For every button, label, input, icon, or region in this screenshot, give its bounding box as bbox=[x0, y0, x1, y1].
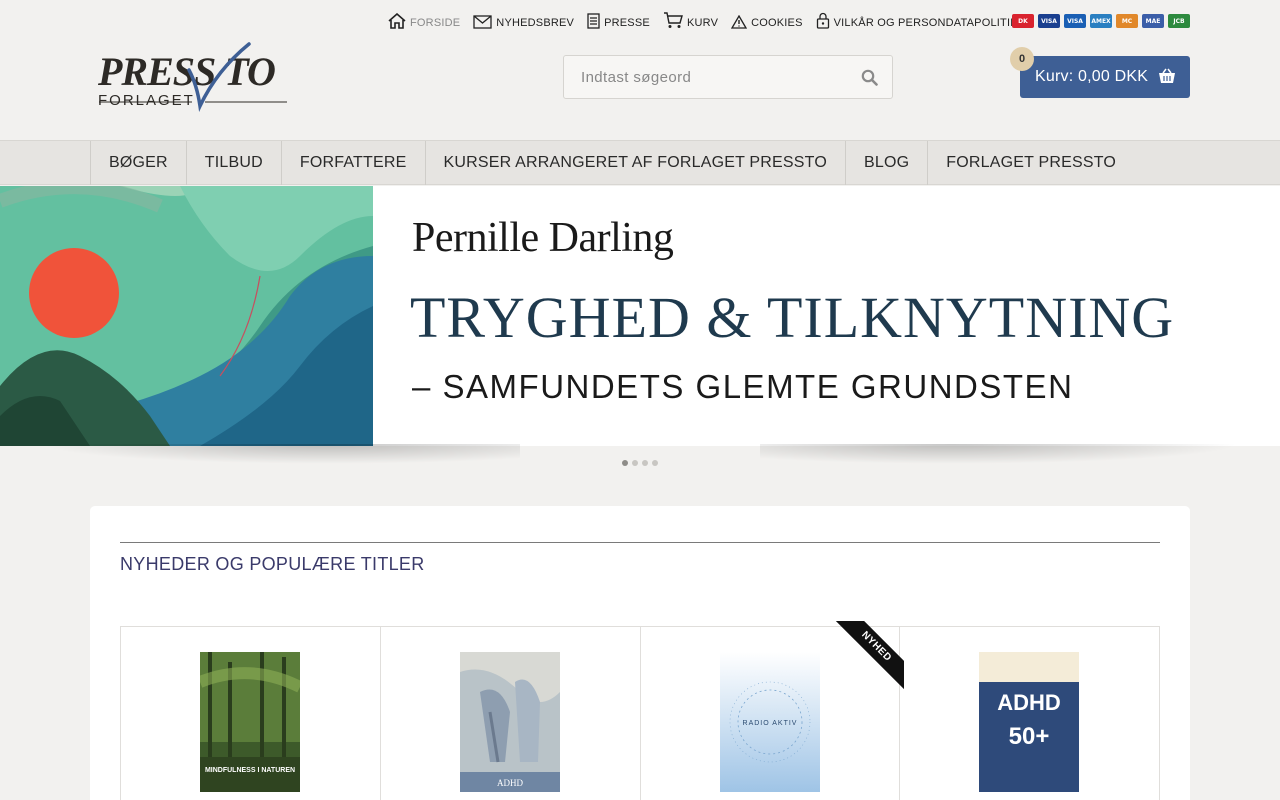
hero-banner[interactable]: Pernille Darling TRYGHED & TILKNYTNING –… bbox=[0, 186, 1280, 446]
search-box bbox=[563, 55, 893, 99]
product-grid: MINDFULNESS I NATUREN ADHD RADIO AKTIV N… bbox=[120, 621, 1160, 800]
header: FORSIDE NYHEDSBREV PRESSE KURV COOKIES V… bbox=[0, 0, 1280, 140]
cart-count-badge: 0 bbox=[1010, 47, 1034, 71]
toplink-nyhedsbrev[interactable]: NYHEDSBREV bbox=[473, 15, 574, 29]
toplink-label: FORSIDE bbox=[410, 17, 461, 29]
toplink-cookies[interactable]: COOKIES bbox=[731, 15, 803, 29]
product-card[interactable]: ADHD bbox=[381, 627, 641, 800]
main-navigation: BØGER TILBUD FORFATTERE KURSER ARRANGERE… bbox=[0, 140, 1280, 185]
svg-text:ADHD: ADHD bbox=[497, 778, 523, 788]
presstoforlaget-logo[interactable]: PRESS TO FORLAGET bbox=[97, 40, 292, 112]
nav-item-kurser[interactable]: KURSER ARRANGERET AF FORLAGET PRESSTO bbox=[424, 141, 846, 185]
toplink-label: KURV bbox=[686, 17, 719, 29]
banner-shadow-left bbox=[40, 444, 520, 464]
svg-text:RADIO AKTIV: RADIO AKTIV bbox=[742, 720, 797, 727]
banner-author: Pernille Darling bbox=[412, 215, 674, 261]
top-links: FORSIDE NYHEDSBREV PRESSE KURV COOKIES V… bbox=[388, 12, 1018, 29]
jcb-card-icon: JCB bbox=[1168, 14, 1190, 28]
toplink-forside[interactable]: FORSIDE bbox=[388, 13, 460, 29]
svg-text:50+: 50+ bbox=[1009, 723, 1050, 750]
svg-text:ADHD: ADHD bbox=[997, 690, 1061, 715]
toplink-label: PRESSE bbox=[604, 17, 650, 29]
slider-dot[interactable] bbox=[652, 460, 658, 466]
nav-item-boger[interactable]: BØGER bbox=[90, 141, 186, 185]
product-card[interactable]: ADHD 50+ bbox=[900, 627, 1160, 800]
nav-item-blog[interactable]: BLOG bbox=[845, 141, 927, 185]
maestro-card-icon: MAE bbox=[1142, 14, 1164, 28]
news-panel: NYHEDER OG POPULÆRE TITLER MINDFULNESS I… bbox=[90, 506, 1190, 800]
banner-artwork bbox=[0, 186, 373, 446]
slider-dot[interactable] bbox=[632, 460, 638, 466]
toplink-label: VILKÅR OG PERSONDATAPOLITIK bbox=[833, 17, 1018, 29]
slider-dot[interactable] bbox=[642, 460, 648, 466]
book-cover-adhd[interactable]: ADHD bbox=[459, 652, 560, 792]
envelope-icon bbox=[473, 15, 492, 29]
lock-icon bbox=[816, 12, 829, 29]
cart-icon bbox=[663, 12, 683, 28]
svg-text:MINDFULNESS I NATUREN: MINDFULNESS I NATUREN bbox=[205, 767, 295, 774]
banner-subtitle: – SAMFUNDETS GLEMTE GRUNDSTEN bbox=[412, 368, 1074, 405]
mastercard-card-icon: MC bbox=[1116, 14, 1138, 28]
search-icon[interactable] bbox=[861, 69, 878, 86]
slider-dot[interactable] bbox=[622, 460, 628, 466]
section-title: NYHEDER OG POPULÆRE TITLER bbox=[120, 554, 425, 574]
toplink-vilkaar[interactable]: VILKÅR OG PERSONDATAPOLITIK bbox=[816, 12, 1018, 29]
search-input[interactable] bbox=[564, 56, 834, 98]
basket-icon bbox=[1159, 68, 1175, 83]
warning-icon bbox=[731, 15, 748, 29]
document-icon bbox=[587, 13, 600, 29]
section-divider bbox=[120, 542, 1160, 543]
visa-dankort-card-icon: VISA bbox=[1038, 14, 1060, 28]
banner-shadow-right bbox=[760, 444, 1240, 464]
new-badge: NYHED bbox=[829, 621, 905, 696]
nav-item-forlaget[interactable]: FORLAGET PRESSTO bbox=[927, 141, 1134, 185]
toplink-label: NYHEDSBREV bbox=[496, 17, 575, 29]
slider-dots bbox=[622, 460, 658, 466]
book-cover-radio-aktiv[interactable]: RADIO AKTIV bbox=[719, 652, 820, 792]
payment-cards: DK VISA VISA AMEX MC MAE JCB bbox=[1012, 14, 1190, 28]
toplink-kurv[interactable]: KURV bbox=[663, 12, 718, 29]
cart-total: Kurv: 0,00 DKK bbox=[1035, 68, 1149, 85]
banner-title: TRYGHED & TILKNYTNING bbox=[410, 285, 1175, 350]
toplink-label: COOKIES bbox=[751, 17, 803, 29]
book-cover-adhd-50[interactable]: ADHD 50+ bbox=[979, 652, 1080, 792]
toplink-presse[interactable]: PRESSE bbox=[587, 13, 650, 29]
product-card[interactable]: MINDFULNESS I NATUREN bbox=[121, 627, 381, 800]
checkmark-logo-icon bbox=[99, 42, 287, 112]
visa-card-icon: VISA bbox=[1064, 14, 1086, 28]
product-card[interactable]: RADIO AKTIV NYHED bbox=[641, 621, 905, 800]
new-badge-label: NYHED bbox=[833, 621, 905, 690]
amex-card-icon: AMEX bbox=[1090, 14, 1112, 28]
cart-button[interactable]: Kurv: 0,00 DKK bbox=[1020, 56, 1190, 98]
nav-item-tilbud[interactable]: TILBUD bbox=[185, 141, 281, 185]
book-cover-mindfulness[interactable]: MINDFULNESS I NATUREN bbox=[200, 652, 300, 792]
dankort-card-icon: DK bbox=[1012, 14, 1034, 28]
nav-item-forfattere[interactable]: FORFATTERE bbox=[280, 141, 425, 185]
home-icon bbox=[388, 13, 406, 29]
